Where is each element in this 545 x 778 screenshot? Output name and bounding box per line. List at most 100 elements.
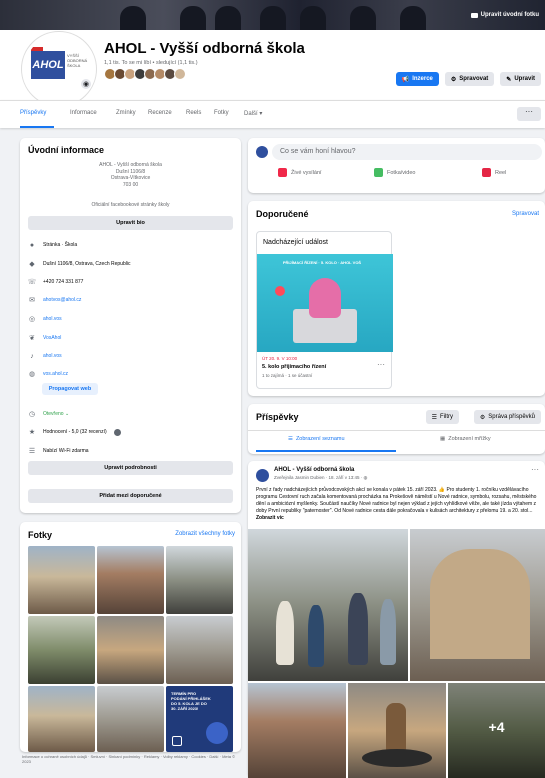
page-tabs: Příspěvky Informace Zmínky Recenze Reels… [0, 100, 545, 128]
photo-thumbnail[interactable] [97, 546, 164, 614]
post-author[interactable]: AHOL - Vyšší odborná škola [274, 467, 354, 473]
event-card[interactable]: Nadcházející událost PŘIJÍMACÍ ŘÍZENÍ · … [256, 231, 393, 389]
person-image [348, 593, 368, 665]
tab-mentions[interactable]: Zmínky [116, 110, 136, 116]
post-photo-more[interactable]: +4 [448, 683, 545, 778]
megaphone-icon: 📢 [401, 76, 410, 83]
page-stats[interactable]: 1,1 tis. To se mi líbí • sledující (1,1 … [104, 60, 198, 66]
camera-icon [470, 12, 478, 18]
edit-details-button[interactable]: Upravit podrobnosti [28, 461, 233, 475]
photo-video-button[interactable]: Fotka/video [374, 168, 415, 177]
see-more-link[interactable]: Zobrazit víc [256, 515, 284, 521]
list-view-tab[interactable]: ☰ Zobrazení seznamu [288, 436, 345, 442]
cover-photo: Upravit úvodní fotku [0, 0, 545, 30]
grid-icon: ▦ [440, 436, 446, 442]
post-card: AHOL - Vyšší odborná škola Zveřejnila Ja… [248, 461, 545, 778]
event-meta: 1 to zajímá · 1 se účastní [262, 373, 313, 378]
photo-thumbnail[interactable] [28, 616, 95, 684]
grid-view-tab[interactable]: ▦ Zobrazení mřížky [440, 436, 491, 442]
photo-icon [374, 168, 383, 177]
post-photo[interactable] [348, 683, 446, 778]
featured-title: Doporučené [256, 209, 309, 219]
intro-row-twitter: ❦ VosAhol [29, 335, 62, 342]
heart-icon [275, 286, 285, 296]
camera-icon[interactable]: ◉ [80, 78, 92, 90]
photo-thumbnail[interactable] [166, 616, 233, 684]
statue-base-image [362, 749, 432, 767]
post-photo[interactable] [248, 529, 408, 681]
composer-input[interactable]: Co se vám honí hlavou? [272, 144, 542, 160]
tab-photos[interactable]: Fotky [214, 110, 229, 116]
avatar[interactable] [256, 469, 269, 482]
manage-featured-link[interactable]: Spravovat [512, 211, 539, 217]
edit-cover-button[interactable]: Upravit úvodní fotku [470, 12, 539, 18]
post-options-icon[interactable]: ··· [531, 465, 539, 474]
building-image [430, 549, 530, 659]
photos-title: Fotky [28, 530, 53, 540]
post-meta: Zveřejnila Jasmin Dubien · 18. září v 13… [274, 475, 368, 480]
photo-thumbnail[interactable] [28, 686, 95, 752]
photo-thumbnail[interactable] [97, 686, 164, 752]
intro-row-instagram: ◎ ahol.vos [28, 316, 62, 323]
intro-row-hours: ◷ Otevřeno ⌄ [28, 411, 70, 418]
edit-bio-button[interactable]: Upravit bio [28, 216, 233, 230]
reel-button[interactable]: Reel [482, 168, 506, 177]
event-name[interactable]: 5. kolo přijímacího řízení [262, 364, 326, 370]
event-options-icon[interactable]: ··· [377, 360, 385, 369]
photo-thumbnail[interactable] [97, 616, 164, 684]
reel-icon [482, 168, 491, 177]
active-tab-indicator [20, 126, 54, 128]
bio-text: AHOL - Vyšší odborná škola Dušní 1106/8 … [99, 162, 162, 188]
cover-figure [350, 6, 376, 30]
page-header: AHOL VYŠŠÍ ODBORNÁ ŠKOLA ◉ AHOL - Vyšší … [0, 30, 545, 106]
bio-note: Oficiální facebookové stránky školy [91, 202, 170, 208]
event-date: ÚT 20. 9. V 10:00 [262, 356, 298, 361]
event-image: PŘIJÍMACÍ ŘÍZENÍ · 5. KOLO · AHOL VOŠ [257, 254, 393, 352]
footer-links[interactable]: Informace o ochraně osobních údajů · Sml… [22, 754, 237, 764]
cover-figure [400, 6, 426, 30]
featured-card: Doporučené Spravovat Nadcházející událos… [248, 201, 545, 396]
post-photo[interactable] [248, 683, 346, 778]
avatar[interactable]: AHOL VYŠŠÍ ODBORNÁ ŠKOLA [22, 32, 96, 106]
person-image [276, 601, 294, 665]
post-photo[interactable] [410, 529, 545, 681]
promote-website-button[interactable]: Propagovat web [42, 383, 98, 395]
person-image [309, 278, 341, 318]
tab-posts[interactable]: Příspěvky [20, 110, 46, 116]
intro-row-rating: ★ Hodnocení - 5,0 (32 recenzí) [28, 428, 121, 436]
divider [248, 430, 545, 431]
photo-thumbnail[interactable] [166, 546, 233, 614]
info-icon[interactable] [113, 428, 121, 436]
list-icon: ☰ [288, 436, 293, 442]
tiktok-icon: ♪ [30, 352, 34, 360]
tab-info[interactable]: Informace [70, 110, 97, 116]
location-icon: ◆ [29, 261, 35, 268]
edit-button[interactable]: ✎ Upravit [500, 72, 541, 86]
tab-more[interactable]: Další ▾ [244, 110, 262, 117]
pencil-icon: ✎ [506, 76, 512, 83]
photo-thumbnail[interactable] [28, 546, 95, 614]
tab-reels[interactable]: Reels [186, 110, 201, 116]
page-title: AHOL - Vyšší odborná škola [104, 40, 305, 57]
event-card-title: Nadcházející událost [263, 239, 328, 246]
manage-posts-button[interactable]: ⚙ Správa příspěvků [473, 410, 541, 424]
post-text: První z řady nadcházejících průvodcovský… [256, 487, 537, 521]
promo-photo-thumbnail[interactable]: TERMÍN PRO PODÁNÍ PŘIHLÁŠEK DO 5. KOLA J… [166, 686, 233, 752]
more-options-button[interactable]: ··· [517, 107, 541, 121]
info-icon: ● [29, 241, 35, 249]
intro-row-tiktok: ♪ ahol.vos [28, 352, 61, 360]
advertise-button[interactable]: 📢 Inzerce [395, 72, 439, 86]
filters-button[interactable]: ☰ Filtry [425, 410, 459, 424]
intro-row-address: ◆ Dušní 1106/8, Ostrava, Czech Republic [29, 261, 131, 268]
person-image [380, 599, 396, 665]
intro-title: Úvodní informace [28, 145, 105, 155]
see-all-photos-link[interactable]: Zobrazit všechny fotky [175, 531, 235, 537]
add-featured-button[interactable]: Přidat mezi doporučené [28, 489, 233, 503]
wrench-icon: ⚙ [450, 76, 457, 83]
tab-reviews[interactable]: Recenze [148, 110, 172, 116]
follower-avatars[interactable] [104, 68, 186, 80]
live-video-button[interactable]: Živé vysílání [278, 168, 322, 177]
manage-button[interactable]: ⚙ Spravovat [444, 72, 495, 86]
post-composer: Co se vám honí hlavou? Živé vysílání Fot… [248, 138, 545, 193]
twitter-icon: ❦ [29, 335, 35, 342]
